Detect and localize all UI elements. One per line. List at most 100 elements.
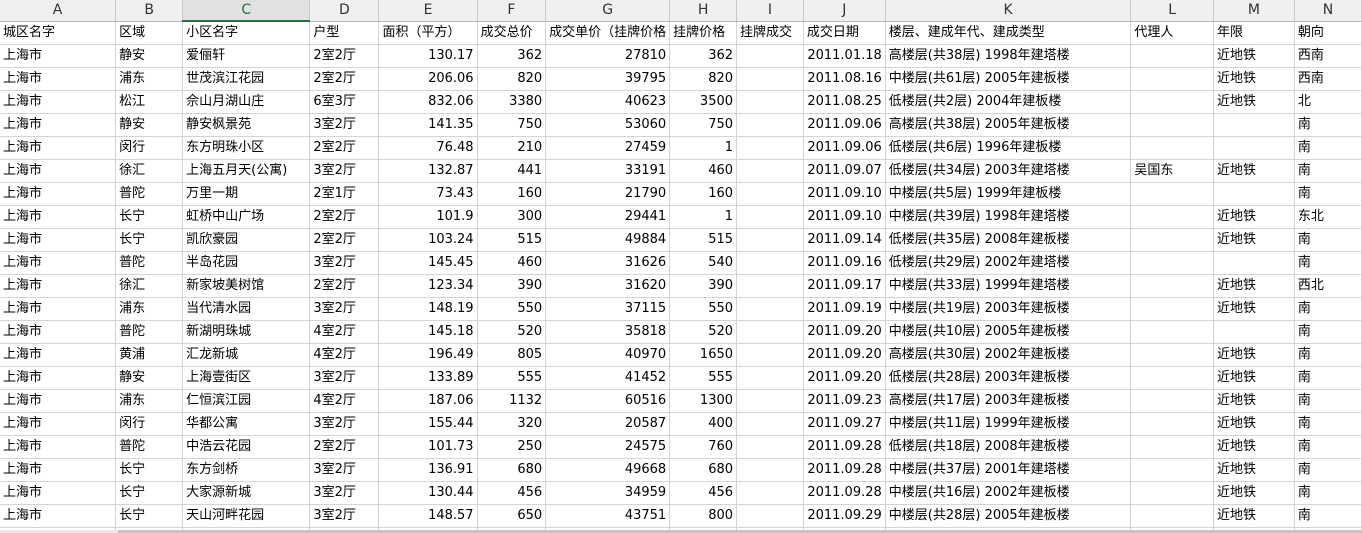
table-cell[interactable]: 上海市 <box>0 274 117 298</box>
table-cell[interactable]: 3室2厅 <box>309 159 380 183</box>
table-cell[interactable]: 上海市 <box>0 435 117 459</box>
table-cell[interactable]: 2011.09.06 <box>803 113 886 137</box>
table-cell[interactable]: 750 <box>477 113 547 137</box>
table-cell[interactable]: 21790 <box>545 182 671 206</box>
table-cell[interactable]: 黄浦 <box>115 343 184 367</box>
table-cell[interactable]: 750 <box>669 113 738 137</box>
table-cell[interactable]: 上海市 <box>0 228 117 252</box>
table-cell[interactable]: 西南 <box>1294 67 1362 91</box>
column-header-g[interactable]: G <box>545 0 671 22</box>
table-cell[interactable]: 上海市 <box>0 159 117 183</box>
table-cell[interactable]: 东北 <box>1294 205 1362 229</box>
table-cell[interactable] <box>736 90 804 114</box>
table-cell[interactable]: 近地铁 <box>1213 44 1295 68</box>
table-cell[interactable]: 43751 <box>545 504 671 528</box>
table-cell[interactable] <box>1130 412 1214 436</box>
table-cell[interactable]: 456 <box>477 481 547 505</box>
table-cell[interactable]: 2011.09.28 <box>803 435 886 459</box>
table-cell[interactable] <box>1130 67 1214 91</box>
table-cell[interactable]: 近地铁 <box>1213 159 1295 183</box>
table-cell[interactable]: 210 <box>477 136 547 160</box>
table-cell[interactable]: 上海市 <box>0 458 117 482</box>
table-cell[interactable]: 新湖明珠城 <box>182 320 311 344</box>
table-cell[interactable]: 东方明珠小区 <box>182 136 311 160</box>
table-cell[interactable]: 3室2厅 <box>309 481 380 505</box>
table-cell[interactable]: 南 <box>1294 113 1362 137</box>
table-cell[interactable]: 低楼层(共6层) 1996年建板楼 <box>885 136 1132 160</box>
table-cell[interactable]: 680 <box>669 458 738 482</box>
table-cell[interactable]: 南 <box>1294 251 1362 275</box>
table-cell[interactable]: 3室2厅 <box>309 504 380 528</box>
column-header-h[interactable]: H <box>669 0 738 22</box>
column-header-d[interactable]: D <box>309 0 380 22</box>
table-cell[interactable]: 680 <box>477 458 547 482</box>
table-cell[interactable] <box>1130 481 1214 505</box>
table-cell[interactable]: 6室3厅 <box>309 90 380 114</box>
column-header-f[interactable]: F <box>477 0 547 22</box>
table-cell[interactable]: 3室2厅 <box>309 113 380 137</box>
table-cell[interactable]: 仁恒滨江园 <box>182 389 311 413</box>
table-cell[interactable]: 2011.09.10 <box>803 205 886 229</box>
table-cell[interactable]: 2011.09.19 <box>803 297 886 321</box>
table-cell[interactable]: 390 <box>669 274 738 298</box>
table-cell[interactable]: 456 <box>669 481 738 505</box>
table-cell[interactable]: 2011.09.06 <box>803 136 886 160</box>
table-cell[interactable] <box>1130 458 1214 482</box>
table-cell[interactable]: 53060 <box>545 113 671 137</box>
table-cell[interactable]: 515 <box>669 228 738 252</box>
field-header-cell[interactable]: 成交单价（挂牌价格 <box>545 21 671 45</box>
table-cell[interactable]: 华都公寓 <box>182 412 311 436</box>
column-header-e[interactable]: E <box>378 0 478 22</box>
table-cell[interactable]: 低楼层(共2层) 2004年建板楼 <box>885 90 1132 114</box>
table-cell[interactable]: 静安 <box>115 44 184 68</box>
table-cell[interactable]: 近地铁 <box>1213 90 1295 114</box>
table-cell[interactable]: 南 <box>1294 182 1362 206</box>
table-cell[interactable]: 南 <box>1294 481 1362 505</box>
table-cell[interactable]: 2011.09.17 <box>803 274 886 298</box>
table-cell[interactable] <box>1213 251 1295 275</box>
table-cell[interactable]: 2室2厅 <box>309 136 380 160</box>
table-cell[interactable]: 长宁 <box>115 205 184 229</box>
table-cell[interactable]: 南 <box>1294 389 1362 413</box>
table-cell[interactable] <box>1130 366 1214 390</box>
table-cell[interactable]: 近地铁 <box>1213 67 1295 91</box>
table-cell[interactable]: 大家源新城 <box>182 481 311 505</box>
table-cell[interactable]: 3室2厅 <box>309 297 380 321</box>
table-cell[interactable]: 187.06 <box>378 389 478 413</box>
table-cell[interactable]: 101.73 <box>378 435 478 459</box>
table-cell[interactable]: 805 <box>477 343 547 367</box>
table-cell[interactable]: 近地铁 <box>1213 366 1295 390</box>
table-cell[interactable]: 虹桥中山广场 <box>182 205 311 229</box>
table-cell[interactable]: 上海市 <box>0 205 117 229</box>
table-cell[interactable]: 西南 <box>1294 44 1362 68</box>
table-cell[interactable]: 515 <box>477 228 547 252</box>
table-cell[interactable]: 460 <box>477 251 547 275</box>
table-cell[interactable] <box>736 44 804 68</box>
table-cell[interactable]: 441 <box>477 159 547 183</box>
table-cell[interactable]: 145.18 <box>378 320 478 344</box>
table-cell[interactable]: 73.43 <box>378 182 478 206</box>
table-cell[interactable] <box>736 297 804 321</box>
table-cell[interactable]: 南 <box>1294 366 1362 390</box>
field-header-cell[interactable]: 楼层、建成年代、建成类型 <box>885 21 1132 45</box>
table-cell[interactable]: 2011.09.16 <box>803 251 886 275</box>
table-cell[interactable]: 2011.09.20 <box>803 343 886 367</box>
table-cell[interactable] <box>1130 389 1214 413</box>
table-cell[interactable]: 浦东 <box>115 297 184 321</box>
field-header-cell[interactable]: 成交日期 <box>803 21 886 45</box>
table-cell[interactable]: 2011.01.18 <box>803 44 886 68</box>
table-cell[interactable]: 西北 <box>1294 274 1362 298</box>
table-cell[interactable]: 155.44 <box>378 412 478 436</box>
table-cell[interactable]: 静安枫景苑 <box>182 113 311 137</box>
table-cell[interactable]: 2室1厅 <box>309 182 380 206</box>
table-cell[interactable]: 闵行 <box>115 412 184 436</box>
table-cell[interactable]: 2011.09.27 <box>803 412 886 436</box>
table-cell[interactable]: 近地铁 <box>1213 481 1295 505</box>
table-cell[interactable]: 万里一期 <box>182 182 311 206</box>
table-cell[interactable]: 130.17 <box>378 44 478 68</box>
table-cell[interactable]: 普陀 <box>115 251 184 275</box>
table-cell[interactable]: 820 <box>669 67 738 91</box>
table-cell[interactable]: 闵行 <box>115 136 184 160</box>
table-cell[interactable]: 460 <box>669 159 738 183</box>
table-cell[interactable]: 上海五月天(公寓) <box>182 159 311 183</box>
